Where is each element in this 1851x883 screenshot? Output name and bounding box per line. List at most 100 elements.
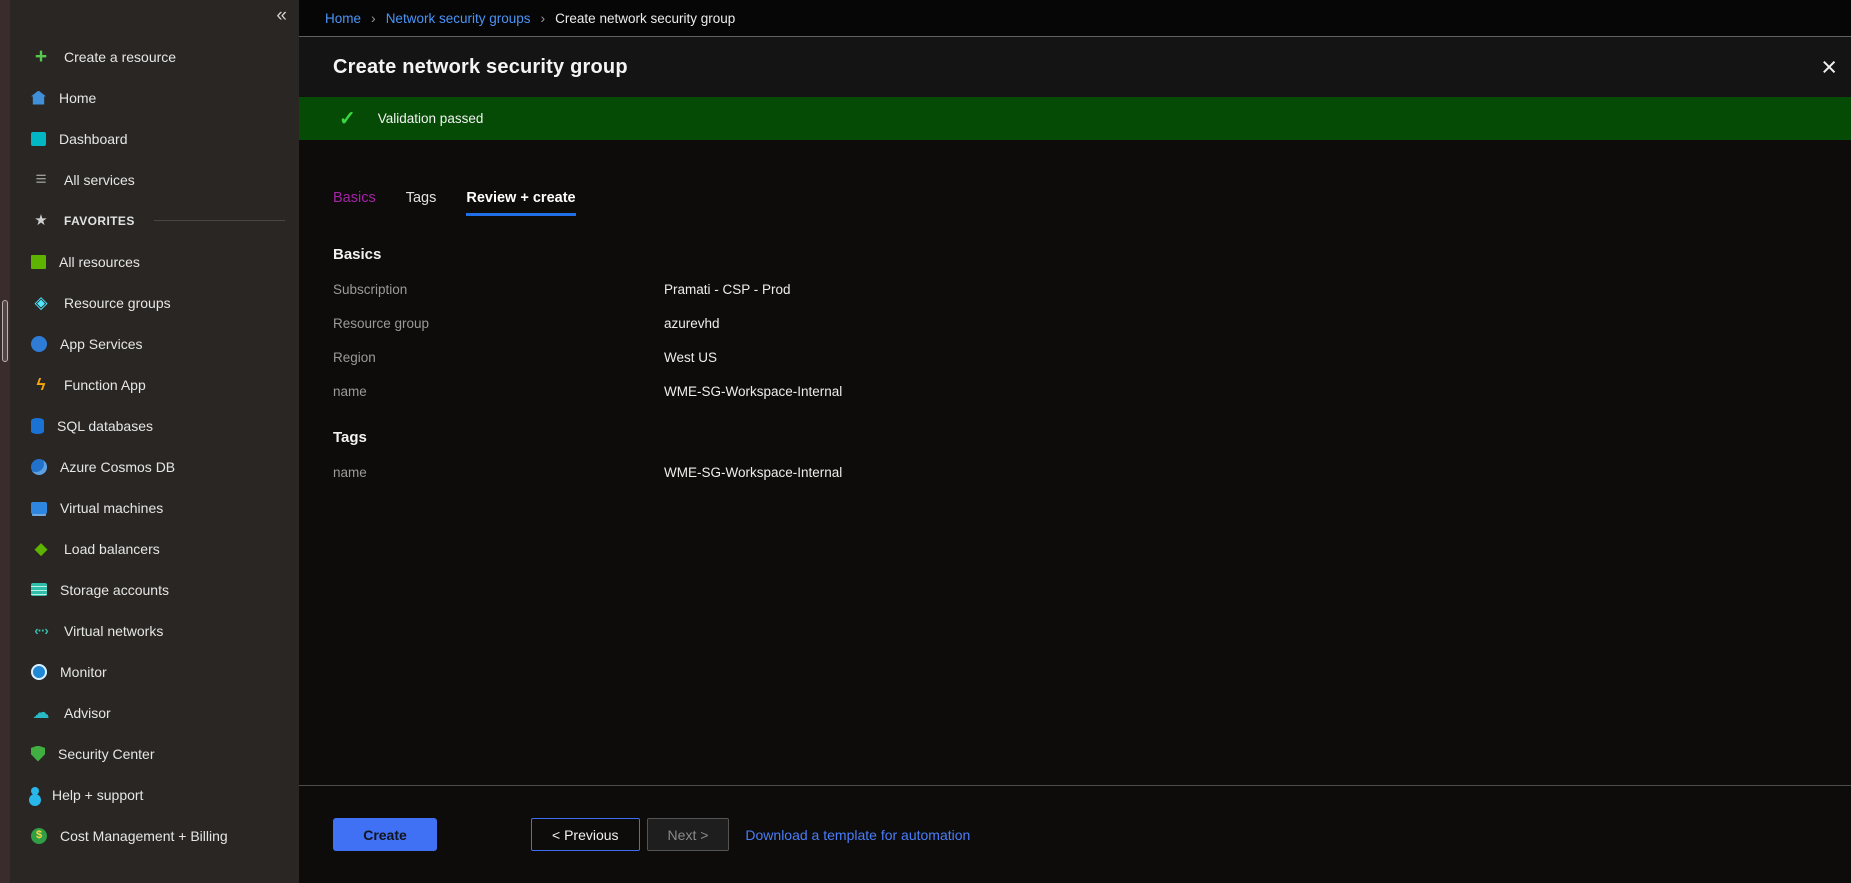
validation-banner: ✓ Validation passed [299, 97, 1851, 140]
row-value: WME-SG-Workspace-Internal [664, 384, 842, 399]
person-icon [31, 787, 39, 795]
tab-review-create[interactable]: Review + create [466, 190, 575, 216]
sidebar: « + Create a resource Home Dashboard ≡ A… [10, 0, 299, 883]
planet-icon [31, 459, 47, 475]
row-label: name [333, 465, 664, 480]
sidebar-item-load-balancers[interactable]: ◆ Load balancers [10, 528, 299, 569]
sidebar-item-label: Resource groups [64, 295, 171, 311]
cloud-icon: ☁ [31, 703, 51, 723]
home-icon [31, 91, 46, 105]
validation-message: Validation passed [378, 111, 484, 126]
sidebar-item-label: Home [59, 90, 96, 106]
sidebar-item-label: Virtual machines [60, 500, 163, 516]
favorites-label: FAVORITES [64, 214, 135, 228]
sidebar-item-label: Cost Management + Billing [60, 828, 228, 844]
chevron-right-icon: › [371, 10, 376, 26]
shield-icon [31, 746, 45, 762]
sidebar-item-label: Azure Cosmos DB [60, 459, 175, 475]
left-rail-scroll-thumb[interactable] [2, 300, 8, 362]
sidebar-item-resource-groups[interactable]: ◈ Resource groups [10, 282, 299, 323]
page-header: Create network security group × [299, 37, 1851, 97]
sidebar-item-virtual-networks[interactable]: ‹··› Virtual networks [10, 610, 299, 651]
row-label: Resource group [333, 316, 664, 331]
sidebar-item-label: Help + support [52, 787, 143, 803]
row-label: Subscription [333, 282, 664, 297]
globe-icon [31, 336, 47, 352]
sidebar-item-app-services[interactable]: App Services [10, 323, 299, 364]
sidebar-item-label: All services [64, 172, 135, 188]
sidebar-item-sql-databases[interactable]: SQL databases [10, 405, 299, 446]
sidebar-item-label: Security Center [58, 746, 154, 762]
row-value: azurevhd [664, 316, 720, 331]
sidebar-item-label: App Services [60, 336, 142, 352]
tab-tags[interactable]: Tags [406, 190, 437, 216]
page-title: Create network security group [333, 56, 628, 79]
sidebar-favorites-header: ★ FAVORITES [10, 200, 299, 241]
left-rail [0, 0, 10, 883]
sidebar-item-label: Monitor [60, 664, 107, 680]
favorites-divider [154, 220, 285, 221]
row-value: WME-SG-Workspace-Internal [664, 465, 842, 480]
sidebar-item-security-center[interactable]: Security Center [10, 733, 299, 774]
row-value: West US [664, 350, 717, 365]
storage-stack-icon [31, 583, 47, 596]
close-icon[interactable]: × [1821, 54, 1837, 81]
row-label: Region [333, 350, 664, 365]
network-brackets-icon: ‹··› [31, 621, 51, 641]
sidebar-item-cost-management-billing[interactable]: $ Cost Management + Billing [10, 815, 299, 856]
tab-basics[interactable]: Basics [333, 190, 376, 216]
basics-section-heading: Basics [333, 246, 1851, 263]
sidebar-item-label: Load balancers [64, 541, 160, 557]
cube-icon: ◈ [31, 293, 51, 313]
breadcrumb-link-network-security-groups[interactable]: Network security groups [386, 11, 531, 26]
sidebar-item-label: Advisor [64, 705, 111, 721]
sidebar-item-all-resources[interactable]: All resources [10, 241, 299, 282]
review-row-region: Region West US [333, 350, 1851, 365]
checkmark-icon: ✓ [339, 106, 356, 131]
next-button-disabled[interactable]: Next > [647, 818, 730, 851]
sidebar-item-all-services[interactable]: ≡ All services [10, 159, 299, 200]
sidebar-item-label: Dashboard [59, 131, 128, 147]
download-template-link[interactable]: Download a template for automation [745, 827, 970, 843]
review-content: Basics Tags Review + create Basics Subsc… [299, 140, 1851, 785]
sidebar-item-advisor[interactable]: ☁ Advisor [10, 692, 299, 733]
star-icon: ★ [31, 211, 51, 231]
sidebar-item-monitor[interactable]: Monitor [10, 651, 299, 692]
sidebar-item-label: Virtual networks [64, 623, 163, 639]
sidebar-collapse-button[interactable]: « [276, 6, 287, 25]
create-button[interactable]: Create [333, 818, 437, 851]
review-row-tag-name: name WME-SG-Workspace-Internal [333, 465, 1851, 480]
review-row-name: name WME-SG-Workspace-Internal [333, 384, 1851, 399]
grid-icon [31, 255, 46, 269]
sidebar-item-create-a-resource[interactable]: + Create a resource [10, 36, 299, 77]
sidebar-item-storage-accounts[interactable]: Storage accounts [10, 569, 299, 610]
sidebar-item-azure-cosmos-db[interactable]: Azure Cosmos DB [10, 446, 299, 487]
review-row-subscription: Subscription Pramati - CSP - Prod [333, 282, 1851, 297]
main-panel: Home › Network security groups › Create … [299, 0, 1851, 883]
list-icon: ≡ [31, 170, 51, 190]
breadcrumb-link-home[interactable]: Home [325, 11, 361, 26]
tags-section-heading: Tags [333, 429, 1851, 446]
gauge-icon [31, 664, 47, 680]
sidebar-item-label: All resources [59, 254, 140, 270]
dollar-circle-icon: $ [31, 828, 47, 844]
sidebar-item-virtual-machines[interactable]: Virtual machines [10, 487, 299, 528]
sidebar-item-label: Function App [64, 377, 146, 393]
sidebar-item-home[interactable]: Home [10, 77, 299, 118]
sidebar-item-label: Create a resource [64, 49, 176, 65]
sidebar-item-dashboard[interactable]: Dashboard [10, 118, 299, 159]
dashboard-icon [31, 132, 46, 146]
row-value: Pramati - CSP - Prod [664, 282, 791, 297]
plus-icon: + [31, 47, 51, 67]
tab-bar: Basics Tags Review + create [333, 190, 1851, 216]
monitor-screen-icon [31, 502, 47, 514]
sidebar-item-label: Storage accounts [60, 582, 169, 598]
sidebar-item-help-support[interactable]: Help + support [10, 774, 299, 815]
chevron-right-icon: › [541, 10, 546, 26]
row-label: name [333, 384, 664, 399]
previous-button[interactable]: < Previous [531, 818, 640, 851]
breadcrumb: Home › Network security groups › Create … [299, 0, 1851, 37]
sidebar-item-function-app[interactable]: ϟ Function App [10, 364, 299, 405]
diamond-icon: ◆ [31, 539, 51, 559]
database-icon [31, 418, 44, 434]
